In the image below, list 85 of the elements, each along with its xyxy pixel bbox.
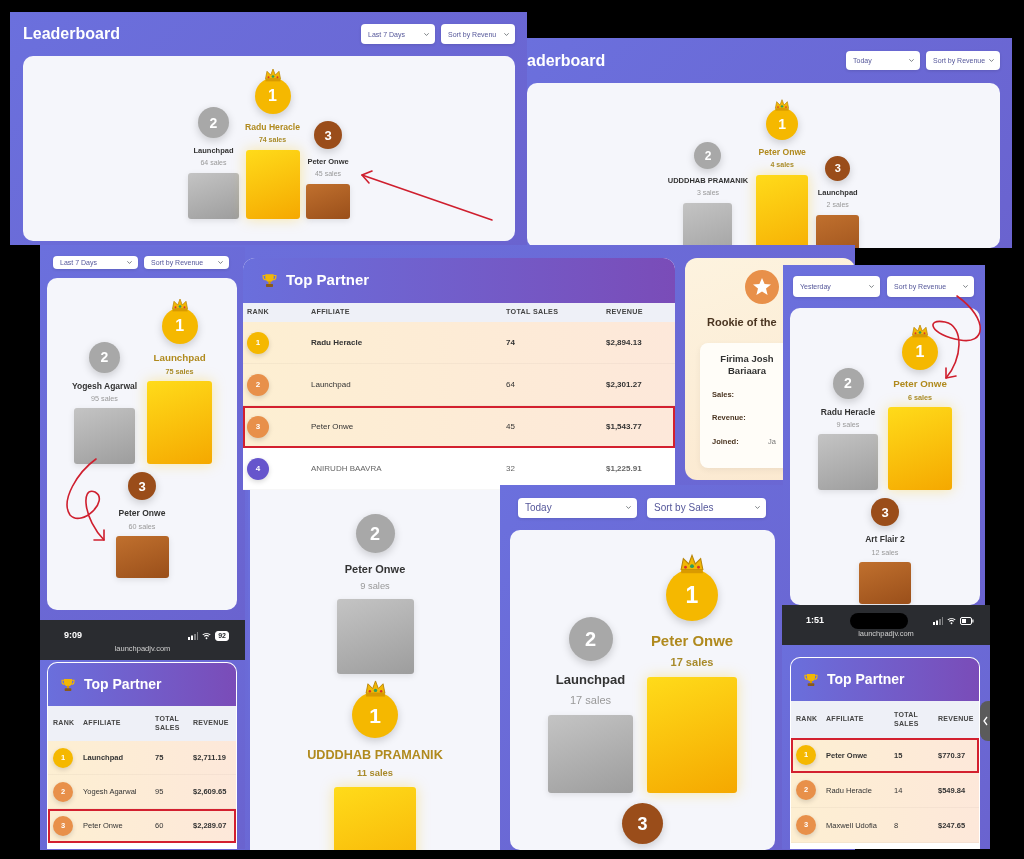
rank-badge: 3 [622, 803, 663, 845]
rank-badge: 1 [161, 308, 198, 344]
rank-badge: 2 [198, 107, 229, 139]
sales-count: 17 sales [569, 693, 612, 708]
rank-badge: 3 [871, 498, 899, 527]
page-title: aderboard [527, 52, 606, 69]
podium-bar [245, 149, 300, 219]
filter-select[interactable]: Sort by Sales [647, 497, 766, 518]
participant-name: Peter Onwe [893, 378, 947, 391]
table-cell-text: $1,543.77 [606, 421, 643, 432]
podium-bar [115, 535, 169, 578]
participant-name: Peter Onwe [344, 563, 406, 577]
status-time: 9:09 [64, 629, 82, 643]
sales-count: 11 sales [357, 768, 393, 780]
participant-name: Launchpad [153, 352, 206, 365]
rank-badge: 2 [355, 514, 395, 553]
podium-bar [818, 434, 878, 491]
table-cell-text: Radu Heracle [311, 337, 364, 348]
rookie-name: Bariaara [728, 364, 766, 378]
wifi-icon [947, 617, 956, 625]
table-cell-text: ANIRUDH BAAVRA [311, 463, 383, 474]
table-cell-text: 74 [506, 337, 516, 348]
table-cell-text: Peter Onwe [311, 421, 355, 432]
crown-icon [263, 68, 282, 82]
rank-badge: 3 [247, 415, 269, 438]
rank-badge: 4 [247, 457, 269, 480]
podium-bar [188, 172, 239, 219]
rank-badge: 2 [694, 142, 722, 170]
drawer-handle[interactable] [980, 701, 990, 741]
signal-icon [188, 632, 199, 640]
battery-icon [960, 617, 974, 625]
crown-icon [774, 99, 791, 111]
card-title: Top Partner [84, 675, 162, 694]
podium-bar [74, 408, 135, 465]
crown-icon [363, 680, 387, 698]
rank-badge: 1 [254, 78, 291, 114]
crown-icon [170, 298, 189, 312]
trophy-icon [60, 676, 76, 693]
rookie-name: Firima Josh [720, 352, 774, 365]
rank-badge: 1 [766, 108, 799, 140]
participant-name: Peter Onwe [650, 632, 734, 651]
wifi-icon [202, 632, 212, 640]
signal-icon [933, 617, 943, 625]
podium-bar [683, 202, 733, 248]
table-cell-text: 45 [506, 421, 516, 432]
table-cell-text: 64 [506, 379, 516, 390]
card-title: Rookie of the [706, 315, 778, 330]
sales-count: 9 sales [360, 580, 390, 593]
podium-bar [306, 183, 350, 219]
table-cell-text: 32 [506, 463, 516, 474]
sales-count: 17 sales [670, 655, 714, 670]
card-title: Top Partner [827, 670, 905, 689]
table-cell-text: $2,301.27 [606, 379, 643, 390]
rank-badge: 3 [128, 472, 156, 501]
table-cell-text: $2,894.13 [606, 337, 643, 348]
participant-name: Radu Heracle [820, 406, 876, 418]
crown-icon [679, 554, 705, 574]
participant-name: Peter Onwe [758, 147, 806, 158]
status-time: 1:51 [806, 614, 824, 628]
rank-badge: 1 [352, 692, 398, 739]
page-title: Leaderboard [23, 26, 120, 42]
rank-badge: 2 [89, 341, 120, 373]
participant-name: UDDDHAB PRAMANIK [307, 748, 443, 765]
podium-bar [859, 561, 911, 604]
card-title: Top Partner [286, 270, 370, 291]
rank-badge: 2 [568, 617, 613, 662]
participant-name: Launchpad [555, 672, 626, 689]
camera-notch [849, 613, 908, 629]
table-cell-text: $1,225.91 [606, 463, 643, 474]
rank-badge: 3 [825, 156, 851, 182]
chevron-left-icon [982, 716, 988, 726]
participant-name: Peter Onwe [118, 508, 166, 519]
filter-select[interactable]: Today [518, 497, 637, 518]
participant-name: Art Flair 2 [865, 534, 905, 545]
trophy-icon [803, 671, 819, 688]
rank-badge: 2 [247, 373, 269, 396]
participant-name: Yogesh Agarwal [71, 380, 138, 392]
trophy-icon [261, 272, 278, 289]
rank-badge: 2 [832, 367, 864, 399]
rank-badge: 1 [247, 331, 269, 354]
rank-badge: 3 [314, 121, 342, 150]
table-cell-text: Launchpad [311, 379, 352, 390]
crown-icon [911, 324, 929, 338]
rank-badge: 1 [902, 334, 938, 370]
participant-name: Radu Heracle [245, 122, 300, 133]
